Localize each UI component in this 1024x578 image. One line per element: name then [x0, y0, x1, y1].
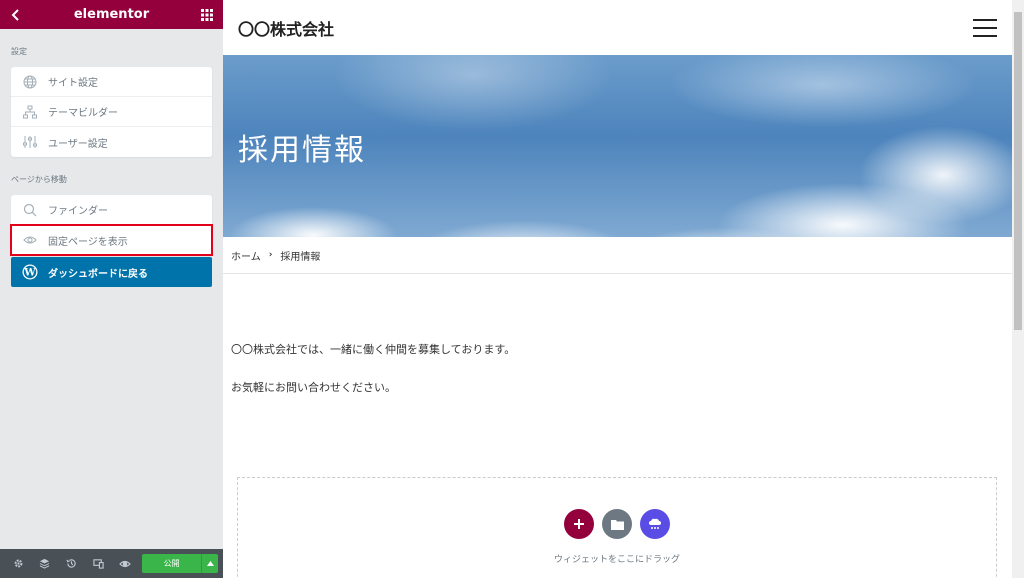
- breadcrumb: ホーム › 採用情報: [223, 237, 1012, 274]
- breadcrumb-home-link[interactable]: ホーム: [231, 248, 261, 263]
- wordpress-icon: W: [22, 264, 38, 280]
- menu-item-finder[interactable]: ファインダー: [11, 195, 212, 225]
- site-title[interactable]: 〇〇株式会社: [238, 16, 334, 40]
- section-navigate-label: ページから移動: [11, 175, 67, 184]
- layers-icon[interactable]: [32, 549, 59, 578]
- content-paragraph-1: 〇〇株式会社では、一緒に働く仲間を募集しております。: [231, 343, 516, 356]
- publish-button[interactable]: 公開: [142, 554, 202, 573]
- navigate-card: ファインダー 固定ページを表示: [10, 195, 213, 256]
- menu-item-label: ユーザー設定: [48, 138, 108, 150]
- page-preview: 〇〇株式会社 採用情報 ホーム › 採用情報 〇〇株式会社では、一緒に働く仲間を…: [223, 0, 1012, 578]
- hamburger-menu-icon[interactable]: [973, 18, 997, 37]
- widgets-grid-icon[interactable]: [200, 8, 214, 22]
- cloud-icon: [649, 518, 661, 529]
- menu-item-label: サイト設定: [48, 78, 98, 89]
- dashboard-button[interactable]: W ダッシュボードに戻る: [11, 257, 212, 287]
- panel-header: elementor: [0, 0, 223, 29]
- drop-zone-buttons: [238, 509, 996, 539]
- preview-eye-icon[interactable]: [111, 549, 138, 578]
- hero-title: 採用情報: [238, 133, 366, 168]
- globe-icon: [22, 74, 38, 90]
- search-icon: [22, 202, 38, 218]
- menu-item-theme-builder[interactable]: テーマビルダー: [11, 97, 212, 127]
- back-chevron-icon[interactable]: [9, 8, 23, 22]
- widget-drop-zone[interactable]: ウィジェットをここにドラッグ: [237, 477, 997, 578]
- menu-item-site-settings[interactable]: サイト設定: [11, 67, 212, 97]
- section-settings-label: 設定: [11, 47, 27, 56]
- menu-item-view-page[interactable]: 固定ページを表示: [10, 224, 213, 256]
- kit-library-button[interactable]: [640, 509, 670, 539]
- editor-panel: elementor 設定 サイト設定 テーマビルダー ユーザー設定 ページから移…: [0, 0, 223, 578]
- folder-icon: [610, 519, 624, 530]
- drop-zone-text: ウィジェットをここにドラッグ: [553, 555, 680, 565]
- breadcrumb-current: 採用情報: [280, 251, 321, 263]
- chevron-right-icon: ›: [268, 250, 273, 260]
- hero-banner: 採用情報: [223, 55, 1012, 237]
- settings-card: サイト設定 テーマビルダー ユーザー設定: [11, 67, 212, 157]
- menu-item-user-preferences[interactable]: ユーザー設定: [11, 127, 212, 157]
- publish-options-button[interactable]: [201, 554, 218, 573]
- settings-gear-icon[interactable]: [5, 549, 32, 578]
- menu-item-label: ファインダー: [48, 206, 108, 217]
- eye-icon: [22, 232, 38, 248]
- scrollbar-thumb[interactable]: [1014, 12, 1022, 330]
- add-template-button[interactable]: [602, 509, 632, 539]
- page-scrollbar[interactable]: [1012, 0, 1024, 578]
- svg-text:W: W: [23, 268, 36, 279]
- content-paragraph-2: お気軽にお問い合わせください。: [231, 381, 396, 394]
- page-content: 〇〇株式会社では、一緒に働く仲間を募集しております。 お気軽にお問い合わせくださ…: [223, 341, 1012, 395]
- menu-item-label: 固定ページを表示: [48, 236, 128, 248]
- caret-up-icon: [206, 561, 214, 566]
- plus-icon: [574, 519, 584, 529]
- add-section-button[interactable]: [564, 509, 594, 539]
- panel-footer: 公開: [0, 549, 223, 578]
- menu-item-label: テーマビルダー: [48, 108, 118, 119]
- sliders-icon: [22, 134, 38, 150]
- history-icon[interactable]: [58, 549, 85, 578]
- panel-title: elementor: [73, 7, 150, 22]
- dashboard-label: ダッシュボードに戻る: [48, 268, 148, 280]
- responsive-mode-icon[interactable]: [85, 549, 112, 578]
- site-header: 〇〇株式会社: [223, 0, 1012, 55]
- sitemap-icon: [22, 104, 38, 120]
